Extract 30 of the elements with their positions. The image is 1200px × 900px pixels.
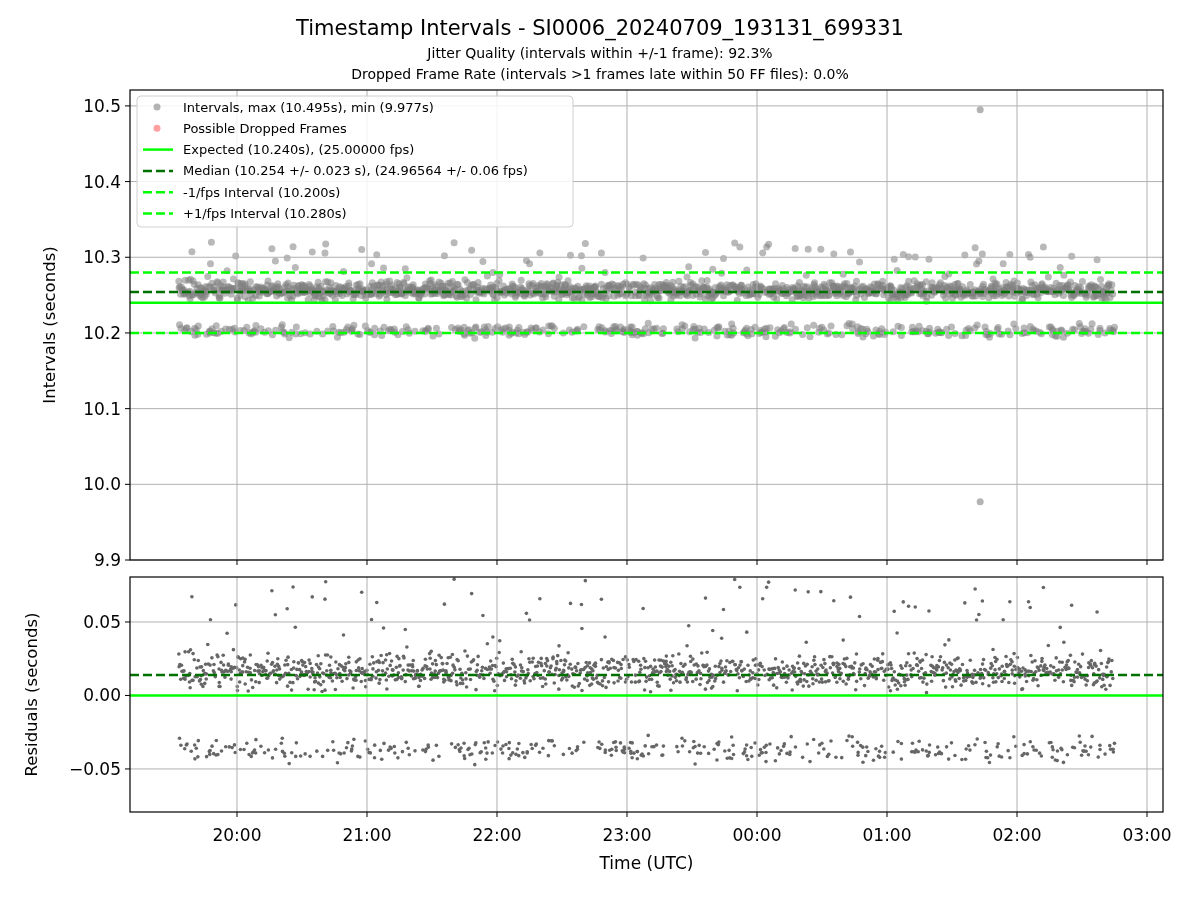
legend-label: Intervals, max (10.495s), min (9.977s) xyxy=(183,99,434,115)
x-tick-label: 02:00 xyxy=(992,825,1042,845)
x-tick-label: 21:00 xyxy=(342,825,392,845)
x-tick-label: 23:00 xyxy=(602,825,652,845)
y-tick-label: 9.9 xyxy=(93,550,121,568)
y-axis-label: Residuals (seconds) xyxy=(22,612,41,777)
x-axis-label: Time (UTC) xyxy=(599,853,694,873)
legend-label: Possible Dropped Frames xyxy=(183,120,347,136)
legend-label: -1/fps Interval (10.200s) xyxy=(183,184,341,200)
x-tick-label: 22:00 xyxy=(472,825,522,845)
x-tick-label: 00:00 xyxy=(732,825,782,845)
y-tick-label: 10.0 xyxy=(83,474,121,495)
x-tick-label: 03:00 xyxy=(1122,825,1172,845)
y-axis-label: Intervals (seconds) xyxy=(40,246,59,404)
y-tick-label: 10.3 xyxy=(83,247,121,268)
y-tick-label: 10.2 xyxy=(83,322,121,343)
chart-title: Timestamp Intervals - SI0006_20240709_193131_699331 xyxy=(296,15,904,43)
legend-label: Expected (10.240s), (25.00000 fps) xyxy=(183,142,415,158)
y-tick-label: −0.05 xyxy=(68,758,121,779)
y-tick-label: 10.1 xyxy=(83,398,121,419)
y-tick-label: 10.4 xyxy=(83,171,121,192)
x-tick-label: 20:00 xyxy=(212,825,262,845)
legend-label: +1/fps Interval (10.280s) xyxy=(183,206,347,221)
y-tick-label: 0.05 xyxy=(83,611,121,632)
legend-label: Median (10.254 +/- 0.023 s), (24.96564 +/- 0.06 fps) xyxy=(183,163,528,179)
y-tick-label: 10.5 xyxy=(83,95,121,116)
chart-subtitle: Dropped Frame Rate (intervals >1 frames late within 50 FF files): 0.0% xyxy=(351,65,849,84)
x-tick-label: 01:00 xyxy=(862,825,912,845)
chart-subtitle: Jitter Quality (intervals within +/-1 frame): 92.3% xyxy=(427,44,773,63)
y-tick-label: 0.00 xyxy=(83,685,121,706)
